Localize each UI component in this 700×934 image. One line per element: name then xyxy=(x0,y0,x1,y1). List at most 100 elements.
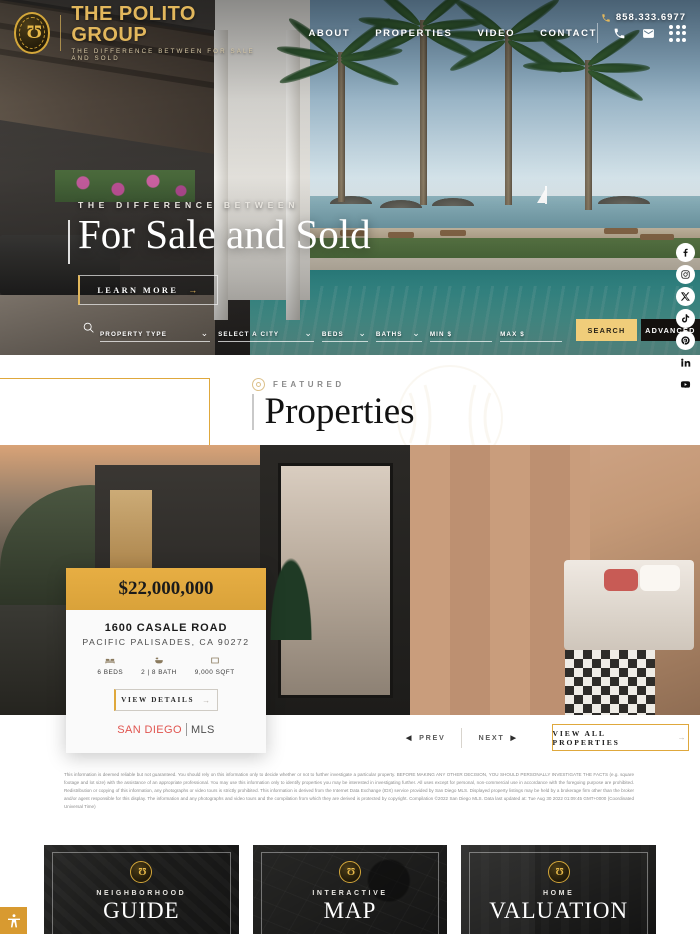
pinterest-icon[interactable] xyxy=(675,331,695,350)
search-field-min-price[interactable]: MIN $ xyxy=(429,318,493,342)
search-label-baths: BATHS xyxy=(375,331,403,338)
card-monogram: Ʊ xyxy=(138,866,146,878)
arrow-right-icon: → xyxy=(677,733,688,742)
arrow-right-icon: → xyxy=(188,285,200,296)
bed-icon xyxy=(105,658,115,664)
property-spec-sqft: 9,000 SQFT xyxy=(195,656,235,676)
x-twitter-icon[interactable] xyxy=(675,287,695,306)
card-monogram: Ʊ xyxy=(346,866,355,878)
hero-eyebrow: THE DIFFERENCE BETWEEN xyxy=(78,200,300,210)
page-root: 858.333.6977 Ʊ THE POLITO GROUP THE DIFF… xyxy=(0,0,700,934)
facebook-icon[interactable] xyxy=(675,243,695,262)
hero-title: For Sale and Sold xyxy=(78,211,371,257)
grid-menu-icon[interactable] xyxy=(669,24,686,42)
hero-copy: THE DIFFERENCE BETWEEN For Sale and Sold… xyxy=(68,200,371,306)
accessibility-widget-button[interactable] xyxy=(0,907,27,934)
featured-title-row: Properties xyxy=(252,393,415,430)
search-field-property-type[interactable]: PROPERTY TYPE ⌄ xyxy=(100,318,211,342)
arrow-right-icon: ▶ xyxy=(510,734,518,742)
search-icon[interactable] xyxy=(82,321,95,339)
prev-label: PREV xyxy=(419,733,446,742)
property-card-body: 1600 CASALE ROAD PACIFIC PALISADES, CA 9… xyxy=(66,610,266,736)
polito-monogram-icon: Ʊ xyxy=(130,861,153,883)
next-label: NEXT xyxy=(478,733,505,742)
bath-icon xyxy=(155,657,163,664)
envelope-icon[interactable] xyxy=(640,25,656,41)
header-phone-number: 858.333.6977 xyxy=(615,12,686,23)
card-home-valuation[interactable]: Ʊ HOME VALUATION xyxy=(461,845,657,934)
nav-item-video[interactable]: VIDEO xyxy=(478,28,516,39)
search-field-baths[interactable]: BATHS ⌄ xyxy=(375,318,422,342)
laurel-seal-icon xyxy=(252,378,265,391)
hero-section: 858.333.6977 Ʊ THE POLITO GROUP THE DIFF… xyxy=(0,0,700,355)
prev-button[interactable]: ◀ PREV xyxy=(390,726,461,750)
search-label-max-price: MAX $ xyxy=(500,331,525,338)
youtube-icon[interactable] xyxy=(676,375,695,394)
linkedin-icon[interactable] xyxy=(676,353,695,372)
search-field-city[interactable]: SELECT A CITY ⌄ xyxy=(218,318,314,342)
polito-monogram-icon: Ʊ xyxy=(339,861,361,883)
view-all-properties-button[interactable]: VIEW ALL PROPERTIES → xyxy=(551,724,689,751)
search-field-beds[interactable]: BEDS ⌄ xyxy=(321,318,368,342)
featured-property-card[interactable]: $22,000,000 1600 CASALE ROAD PACIFIC PAL… xyxy=(66,568,266,753)
nav-item-properties[interactable]: PROPERTIES xyxy=(375,28,452,39)
next-button[interactable]: NEXT ▶ xyxy=(462,726,533,750)
chevron-down-icon: ⌄ xyxy=(200,328,209,338)
gallery-image-bedroom[interactable] xyxy=(410,445,700,715)
header-phone[interactable]: 858.333.6977 xyxy=(601,12,686,23)
brand-logo[interactable]: Ʊ THE POLITO GROUP THE DIFFERENCE BETWEE… xyxy=(14,4,272,62)
search-label-property-type: PROPERTY TYPE xyxy=(100,331,168,338)
pillow xyxy=(640,565,680,591)
polito-monogram-icon: Ʊ xyxy=(547,861,570,883)
card-eyebrow: INTERACTIVE xyxy=(312,890,388,897)
arrow-right-icon: → xyxy=(202,695,212,705)
hero-accent-rule xyxy=(68,220,70,264)
polito-monogram-icon: Ʊ xyxy=(14,12,51,54)
search-button[interactable]: SEARCH xyxy=(576,319,637,341)
search-label-beds: BEDS xyxy=(321,331,344,338)
instagram-icon[interactable] xyxy=(675,265,695,284)
carousel-navigation: ◀ PREV NEXT ▶ VIEW ALL PROPERTIES → xyxy=(390,724,689,751)
search-label-city: SELECT A CITY xyxy=(218,331,280,338)
view-details-button[interactable]: VIEW DETAILS → xyxy=(114,689,218,711)
learn-more-button[interactable]: LEARN MORE → xyxy=(78,275,218,306)
window-glow xyxy=(110,490,152,570)
nav-item-contact[interactable]: CONTACT xyxy=(540,28,597,39)
social-media-rail xyxy=(672,243,698,394)
card-content: Ʊ HOME VALUATION xyxy=(461,845,656,934)
mls-logo-sandiego: SAN DIEGO xyxy=(117,723,182,736)
card-monogram: Ʊ xyxy=(555,866,564,878)
featured-eyebrow: FEATURED xyxy=(273,380,345,389)
wood-panel-wall xyxy=(410,445,590,715)
view-details-label: VIEW DETAILS xyxy=(121,696,195,704)
card-interactive-map[interactable]: Ʊ INTERACTIVE MAP xyxy=(252,845,448,934)
card-eyebrow: NEIGHBORHOOD xyxy=(96,890,187,897)
card-content: Ʊ INTERACTIVE MAP xyxy=(253,845,448,934)
search-field-max-price[interactable]: MAX $ xyxy=(500,318,563,342)
feature-cards-row: Ʊ NEIGHBORHOOD GUIDE Ʊ INTERACTIVE MAP Ʊ… xyxy=(0,845,700,934)
chevron-down-icon: ⌄ xyxy=(304,328,312,338)
property-specs: 6 BEDS 2 | 8 BATH 9,000 SQFT xyxy=(76,656,256,676)
card-title: GUIDE xyxy=(103,898,180,923)
accent-pillow xyxy=(604,569,638,591)
nav-item-about[interactable]: ABOUT xyxy=(308,28,350,39)
card-neighborhood-guide[interactable]: Ʊ NEIGHBORHOOD GUIDE xyxy=(44,845,239,934)
phone-icon[interactable] xyxy=(611,25,627,41)
tiktok-icon[interactable] xyxy=(675,309,695,328)
card-title: VALUATION xyxy=(489,898,629,923)
view-all-label: VIEW ALL PROPERTIES xyxy=(552,728,620,747)
potted-plant xyxy=(268,550,314,640)
phone-icon xyxy=(602,13,610,22)
gallery-image-interior[interactable] xyxy=(260,445,410,715)
card-eyebrow: HOME xyxy=(542,890,575,897)
property-spec-baths: 2 | 8 BATH xyxy=(141,656,177,676)
brand-tagline: THE DIFFERENCE BETWEEN FOR SALE AND SOLD xyxy=(71,48,255,62)
checker-floor xyxy=(565,650,655,715)
logo-monogram: Ʊ xyxy=(26,22,42,43)
card-content: Ʊ NEIGHBORHOOD GUIDE xyxy=(44,845,239,934)
header-divider xyxy=(597,23,598,43)
card-title: MAP xyxy=(323,898,377,923)
site-header: Ʊ THE POLITO GROUP THE DIFFERENCE BETWEE… xyxy=(0,0,700,66)
mls-disclaimer: This information is deemed reliable but … xyxy=(64,772,634,809)
property-search-bar: PROPERTY TYPE ⌄ SELECT A CITY ⌄ BEDS ⌄ B… xyxy=(0,313,700,347)
